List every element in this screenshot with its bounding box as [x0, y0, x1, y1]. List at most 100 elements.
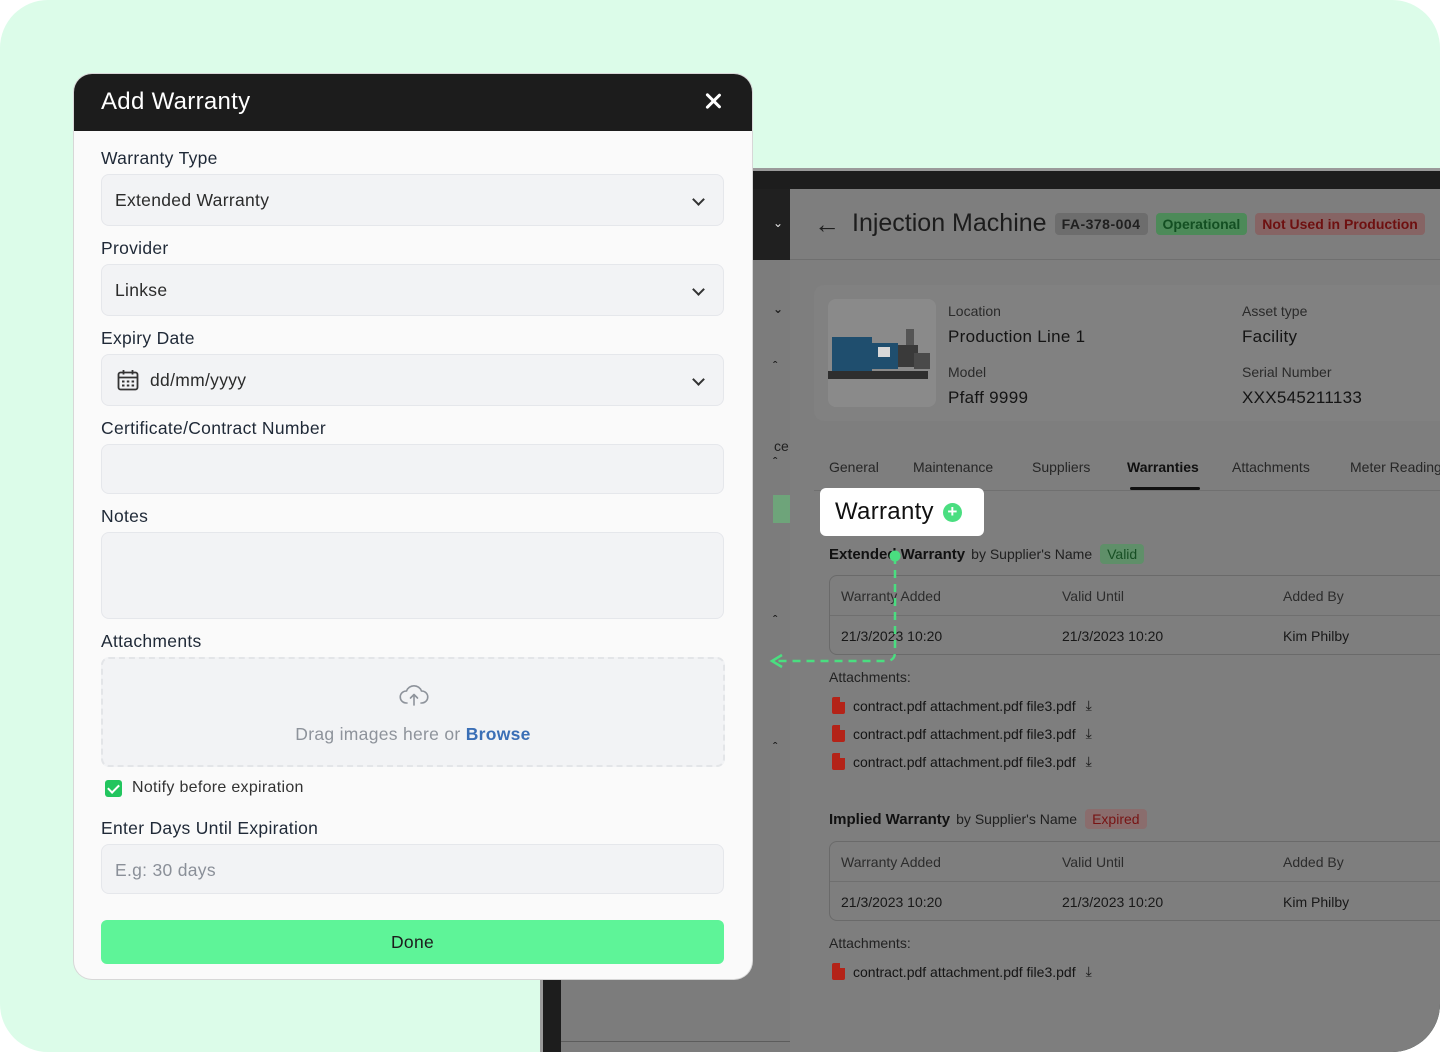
notes-label: Notes: [101, 506, 149, 526]
close-icon[interactable]: [700, 88, 726, 114]
machine-image: [828, 299, 936, 407]
days-label: Enter Days Until Expiration: [101, 818, 319, 838]
tab-suppliers[interactable]: Suppliers: [1032, 459, 1090, 475]
warranty-supplier: by Supplier's Name: [971, 546, 1093, 562]
upload-cloud-icon: [399, 685, 429, 706]
header-divider: [790, 259, 1440, 260]
warranty-table: Warranty Added Valid Until Added By 21/3…: [829, 575, 1440, 655]
modal-title: Add Warranty: [101, 88, 251, 115]
column-header: Valid Until: [1062, 588, 1124, 604]
table-cell: 21/3/2023 10:20: [841, 894, 943, 910]
warranty-type-label: Warranty Type: [101, 148, 218, 168]
active-tab-indicator: [1130, 487, 1200, 490]
table-cell: 21/3/2023 10:20: [1062, 894, 1164, 910]
canvas: ⌄ ⌄ ˆ ce ˆ ˆ ˆ ← Injection Machine FA-37…: [0, 0, 1440, 1052]
location-info: Location Production Line 1: [948, 303, 1085, 347]
attachment-file-names[interactable]: contract.pdf attachment.pdf file3.pdf: [853, 726, 1076, 742]
attachment-row[interactable]: contract.pdf attachment.pdf file3.pdf ⤓: [832, 753, 1092, 770]
tab-general[interactable]: General: [829, 459, 879, 475]
asset-main-panel: ← Injection Machine FA-378-004 Operation…: [790, 189, 1440, 1052]
expiry-date-picker[interactable]: dd/mm/yyyy: [101, 354, 724, 406]
sidebar-active-item[interactable]: [773, 495, 790, 523]
warranty-supplier: by Supplier's Name: [956, 811, 1078, 827]
expiry-date-placeholder: dd/mm/yyyy: [150, 370, 247, 390]
warranty-type-value: Extended Warranty: [115, 190, 270, 210]
attachments-label: Attachments: [101, 631, 202, 651]
download-icon[interactable]: ⤓: [1086, 963, 1092, 980]
table-cell: Kim Philby: [1283, 628, 1350, 644]
table-cell: 21/3/2023 10:20: [841, 628, 943, 644]
table-header: Warranty Added Valid Until Added By: [830, 576, 1440, 616]
table-row[interactable]: 21/3/2023 10:20 21/3/2023 10:20 Kim Phil…: [830, 882, 1440, 920]
serial-value: XXX545211133: [1242, 388, 1363, 407]
model-value: Pfaff 9999: [948, 388, 1029, 407]
warranty-callout[interactable]: Warranty +: [820, 488, 984, 536]
plus-circle-icon[interactable]: +: [942, 502, 962, 522]
download-icon[interactable]: ⤓: [1086, 697, 1092, 714]
tab-meter-readings[interactable]: Meter Readings: [1350, 459, 1440, 475]
certificate-number-input[interactable]: [101, 444, 724, 494]
column-header: Added By: [1283, 588, 1344, 604]
attachment-file-names[interactable]: contract.pdf attachment.pdf file3.pdf: [853, 964, 1076, 980]
provider-value: Linkse: [115, 280, 168, 300]
notify-checkbox-row[interactable]: Notify before expiration: [105, 779, 304, 797]
download-icon[interactable]: ⤓: [1086, 725, 1092, 742]
attachments-label: Attachments:: [829, 669, 911, 685]
modal-header: Add Warranty: [74, 74, 752, 131]
warranty-type-select[interactable]: Extended Warranty: [101, 174, 724, 226]
location-value: Production Line 1: [948, 327, 1086, 346]
model-label: Model: [948, 364, 987, 380]
pdf-file-icon: [832, 753, 845, 770]
attachment-row[interactable]: contract.pdf attachment.pdf file3.pdf ⤓: [832, 963, 1092, 980]
table-cell: Kim Philby: [1283, 894, 1350, 910]
warranty-name: Implied Warranty: [829, 810, 951, 828]
chevron-down-icon: [692, 193, 705, 206]
dropzone-hint: Drag images here or: [295, 724, 466, 744]
tab-attachments[interactable]: Attachments: [1232, 459, 1310, 475]
provider-select[interactable]: Linkse: [101, 264, 724, 316]
sidebar-divider: [561, 1041, 790, 1042]
notify-label: Notify before expiration: [132, 779, 304, 796]
sidebar-collapse-chevron-icon[interactable]: ⌄: [773, 216, 783, 230]
done-button[interactable]: Done: [101, 920, 724, 964]
dropzone-text: Drag images here or Browse: [103, 724, 723, 745]
provider-label: Provider: [101, 238, 169, 258]
asset-type-label: Asset type: [1242, 303, 1308, 319]
warranty-callout-label: Warranty: [835, 498, 934, 525]
tab-warranties[interactable]: Warranties: [1127, 459, 1199, 475]
model-info: Model Pfaff 9999: [948, 364, 1028, 408]
attachment-file-names[interactable]: contract.pdf attachment.pdf file3.pdf: [853, 698, 1076, 714]
status-badge: Valid: [1100, 544, 1145, 564]
sidebar-chevron-icon[interactable]: ⌄: [773, 302, 783, 316]
pdf-file-icon: [832, 963, 845, 980]
warranty-name: Extended Warranty: [829, 545, 966, 563]
location-label: Location: [948, 303, 1001, 319]
attachment-row[interactable]: contract.pdf attachment.pdf file3.pdf ⤓: [832, 725, 1092, 742]
sidebar-item-label[interactable]: ce: [774, 438, 789, 454]
usage-badge: Not Used in Production: [1255, 212, 1425, 235]
attachment-dropzone[interactable]: Drag images here or Browse: [101, 657, 725, 767]
attachment-row[interactable]: contract.pdf attachment.pdf file3.pdf ⤓: [832, 697, 1092, 714]
browse-link[interactable]: Browse: [466, 724, 531, 744]
back-arrow-icon[interactable]: ←: [814, 211, 840, 237]
tab-maintenance[interactable]: Maintenance: [913, 459, 993, 475]
days-input[interactable]: E.g: 30 days: [101, 844, 724, 894]
download-icon[interactable]: ⤓: [1086, 753, 1092, 770]
calendar-icon: [117, 370, 139, 391]
notes-textarea[interactable]: [101, 532, 724, 619]
chevron-down-icon: [692, 283, 705, 296]
checkbox-checked-icon[interactable]: [105, 779, 122, 797]
certificate-label: Certificate/Contract Number: [101, 418, 326, 438]
status-badge: Expired: [1085, 809, 1147, 829]
sidebar-chevron-up-icon[interactable]: ˆ: [773, 359, 777, 373]
sidebar-chevron-up-icon[interactable]: ˆ: [773, 740, 777, 754]
sidebar-chevron-up-icon[interactable]: ˆ: [773, 455, 777, 469]
sidebar-chevron-up-icon[interactable]: ˆ: [773, 613, 777, 627]
add-warranty-modal: Add Warranty Warranty Type Extended Warr…: [74, 74, 752, 979]
attachment-file-names[interactable]: contract.pdf attachment.pdf file3.pdf: [853, 754, 1076, 770]
attachments-label: Attachments:: [829, 935, 911, 951]
serial-label: Serial Number: [1242, 364, 1332, 380]
table-row[interactable]: 21/3/2023 10:20 21/3/2023 10:20 Kim Phil…: [830, 616, 1440, 654]
warranty-table: Warranty Added Valid Until Added By 21/3…: [829, 841, 1440, 921]
asset-info-card: Location Production Line 1 Asset type Fa…: [814, 285, 1440, 421]
